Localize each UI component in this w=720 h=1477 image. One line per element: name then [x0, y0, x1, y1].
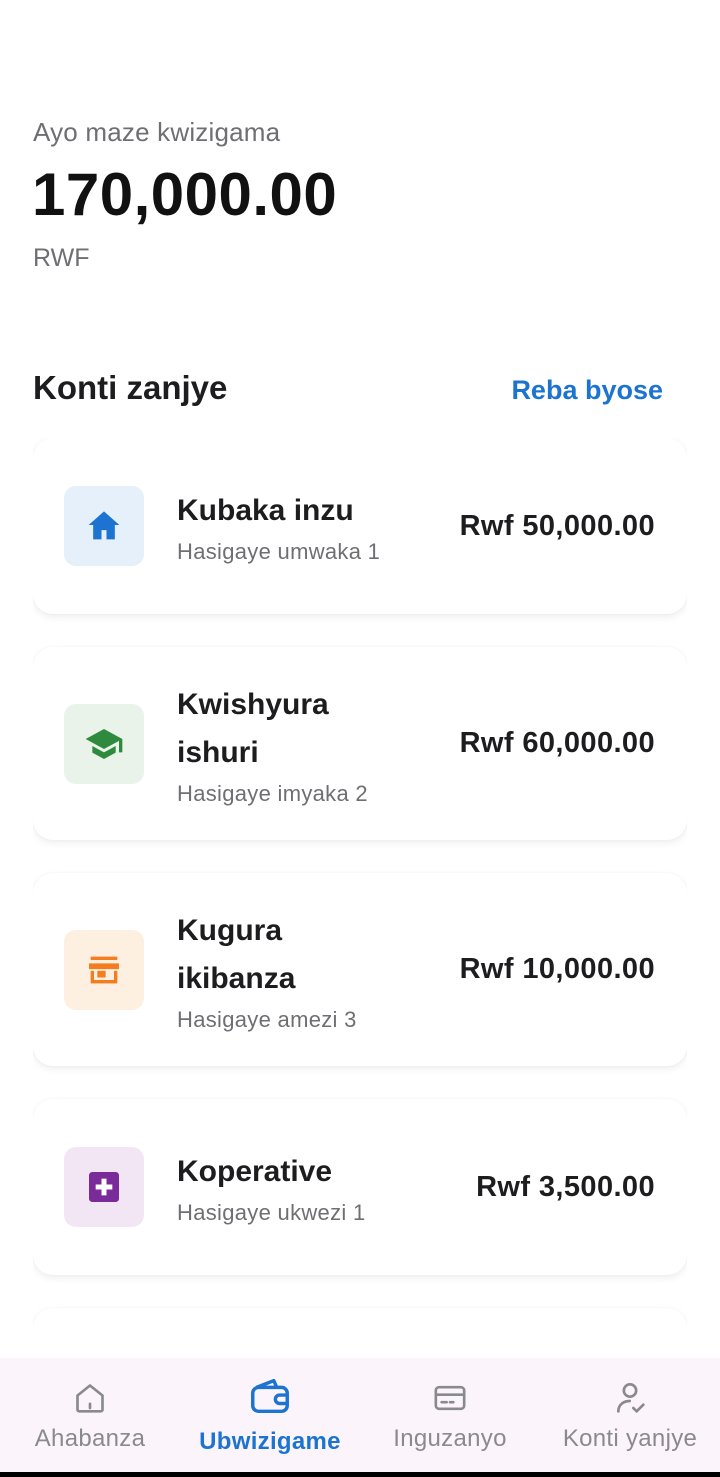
- account-card-kubaka-inzu[interactable]: Kubaka inzu Hasigaye umwaka 1 Rwf 50,000…: [33, 438, 687, 614]
- house-icon: [64, 486, 144, 566]
- see-all-link[interactable]: Reba byose: [511, 375, 663, 406]
- account-card-kugura-ikibanza[interactable]: Kugura ikibanza Hasigaye amezi 3 Rwf 10,…: [33, 873, 687, 1066]
- bottom-nav: Ahabanza Ubwizigame Inguzanyo Konti yanj…: [0, 1358, 720, 1472]
- nav-label: Ubwizigame: [199, 1428, 341, 1455]
- account-amount: Rwf 3,500.00: [476, 1170, 655, 1203]
- home-icon: [70, 1378, 110, 1418]
- account-card-partial[interactable]: [33, 1308, 687, 1358]
- account-card-kwishyura-ishuri[interactable]: Kwishyura ishuri Hasigaye imyaka 2 Rwf 6…: [33, 647, 687, 840]
- account-text: Kwishyura ishuri Hasigaye imyaka 2: [177, 681, 460, 807]
- nav-item-inguzanyo[interactable]: Inguzanyo: [360, 1358, 540, 1472]
- nav-label: Inguzanyo: [393, 1425, 507, 1452]
- account-remaining: Hasigaye ukwezi 1: [177, 1200, 366, 1225]
- nav-label: Konti yanjye: [562, 1425, 698, 1452]
- account-card-koperative[interactable]: Koperative Hasigaye ukwezi 1 Rwf 3,500.0…: [33, 1099, 687, 1275]
- store-icon: [64, 929, 144, 1010]
- savings-currency: RWF: [33, 244, 90, 272]
- account-title: Koperative: [177, 1155, 333, 1188]
- account-title: Kubaka inzu: [177, 494, 354, 527]
- wallet-icon: [247, 1373, 293, 1419]
- account-amount: Rwf 60,000.00: [459, 727, 655, 759]
- savings-amount: 170,000.00: [32, 161, 338, 228]
- accounts-section-title: Konti zanjye: [33, 369, 228, 406]
- nav-item-ubwizigame[interactable]: Ubwizigame: [180, 1358, 360, 1472]
- account-text: Kubaka inzu Hasigaye umwaka 1: [177, 487, 460, 565]
- nav-item-ahabanza[interactable]: Ahabanza: [0, 1358, 180, 1472]
- account-title: Kwishyura ishuri: [177, 687, 329, 769]
- system-bottom-bar: [0, 1472, 720, 1477]
- account-amount: Rwf 10,000.00: [459, 953, 655, 985]
- account-remaining: Hasigaye imyaka 2: [177, 780, 368, 806]
- account-remaining: Hasigaye amezi 3: [177, 1006, 357, 1032]
- graduation-cap-icon: [64, 703, 144, 784]
- account-text: Koperative Hasigaye ukwezi 1: [177, 1148, 476, 1226]
- account-amount: Rwf 50,000.00: [459, 509, 655, 542]
- nav-label: Ahabanza: [34, 1425, 146, 1452]
- account-remaining: Hasigaye umwaka 1: [177, 539, 381, 564]
- accounts-list: Kubaka inzu Hasigaye umwaka 1 Rwf 50,000…: [33, 438, 687, 1358]
- savings-label: Ayo maze kwizigama: [33, 117, 281, 147]
- user-check-icon: [610, 1378, 650, 1418]
- card-icon: [430, 1378, 470, 1418]
- medical-cross-icon: [64, 1147, 144, 1227]
- account-title: Kugura ikibanza: [177, 913, 296, 995]
- nav-item-konti-yanjye[interactable]: Konti yanjye: [540, 1358, 720, 1472]
- account-text: Kugura ikibanza Hasigaye amezi 3: [177, 907, 460, 1033]
